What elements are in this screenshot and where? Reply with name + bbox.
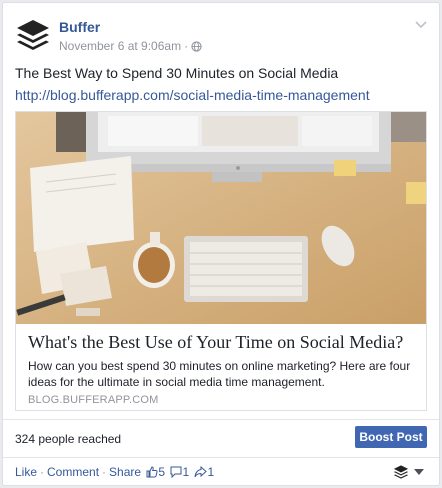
link-preview-image xyxy=(16,112,426,324)
post-message: The Best Way to Spend 30 Minutes on Soci… xyxy=(15,65,339,81)
globe-icon[interactable] xyxy=(191,41,202,52)
likes-stat[interactable]: 5 xyxy=(146,465,165,479)
action-separator: · xyxy=(40,465,45,479)
action-bar: Like · Comment · Share 5 1 1 xyxy=(3,457,439,485)
likes-count: 5 xyxy=(158,465,166,479)
post-link[interactable]: http://blog.bufferapp.com/social-media-t… xyxy=(15,87,370,103)
buffer-menu-button[interactable] xyxy=(393,463,427,481)
post-timestamp[interactable]: November 6 at 9:06am xyxy=(59,39,181,53)
buffer-stack-icon xyxy=(393,465,409,479)
post-meta: November 6 at 9:06am · xyxy=(59,39,202,53)
link-preview-domain: BLOG.BUFFERAPP.COM xyxy=(28,394,159,406)
comment-icon xyxy=(170,466,182,479)
people-reached[interactable]: 324 people reached xyxy=(15,432,121,446)
thumbs-up-icon xyxy=(146,466,158,478)
reach-bar: 324 people reached Boost Post xyxy=(3,419,439,457)
buffer-logo[interactable] xyxy=(15,17,51,53)
link-preview[interactable]: What's the Best Use of Your Time on Soci… xyxy=(15,111,427,411)
action-separator: · xyxy=(102,465,107,479)
meta-separator: · xyxy=(184,39,189,53)
caret-down-icon xyxy=(414,469,424,475)
link-preview-caption: What's the Best Use of Your Time on Soci… xyxy=(16,324,426,410)
post-card: Buffer November 6 at 9:06am · The Best Wa… xyxy=(2,2,440,486)
share-arrow-icon xyxy=(194,465,208,478)
shares-count: 1 xyxy=(207,465,215,479)
comment-link[interactable]: Comment xyxy=(47,465,99,479)
comments-count: 1 xyxy=(182,465,190,479)
share-link[interactable]: Share xyxy=(109,465,141,479)
like-link[interactable]: Like xyxy=(15,465,37,479)
shares-stat[interactable]: 1 xyxy=(194,465,214,479)
boost-post-button[interactable]: Boost Post xyxy=(355,426,427,448)
link-preview-title[interactable]: What's the Best Use of Your Time on Soci… xyxy=(28,332,403,353)
chevron-down-icon[interactable] xyxy=(413,19,429,31)
action-links: Like · Comment · Share 5 1 1 xyxy=(15,465,214,479)
author-name[interactable]: Buffer xyxy=(59,19,100,35)
post-header: Buffer November 6 at 9:06am · xyxy=(15,15,429,59)
comments-stat[interactable]: 1 xyxy=(170,465,189,479)
link-preview-description: How can you best spend 30 minutes on onl… xyxy=(28,359,411,389)
